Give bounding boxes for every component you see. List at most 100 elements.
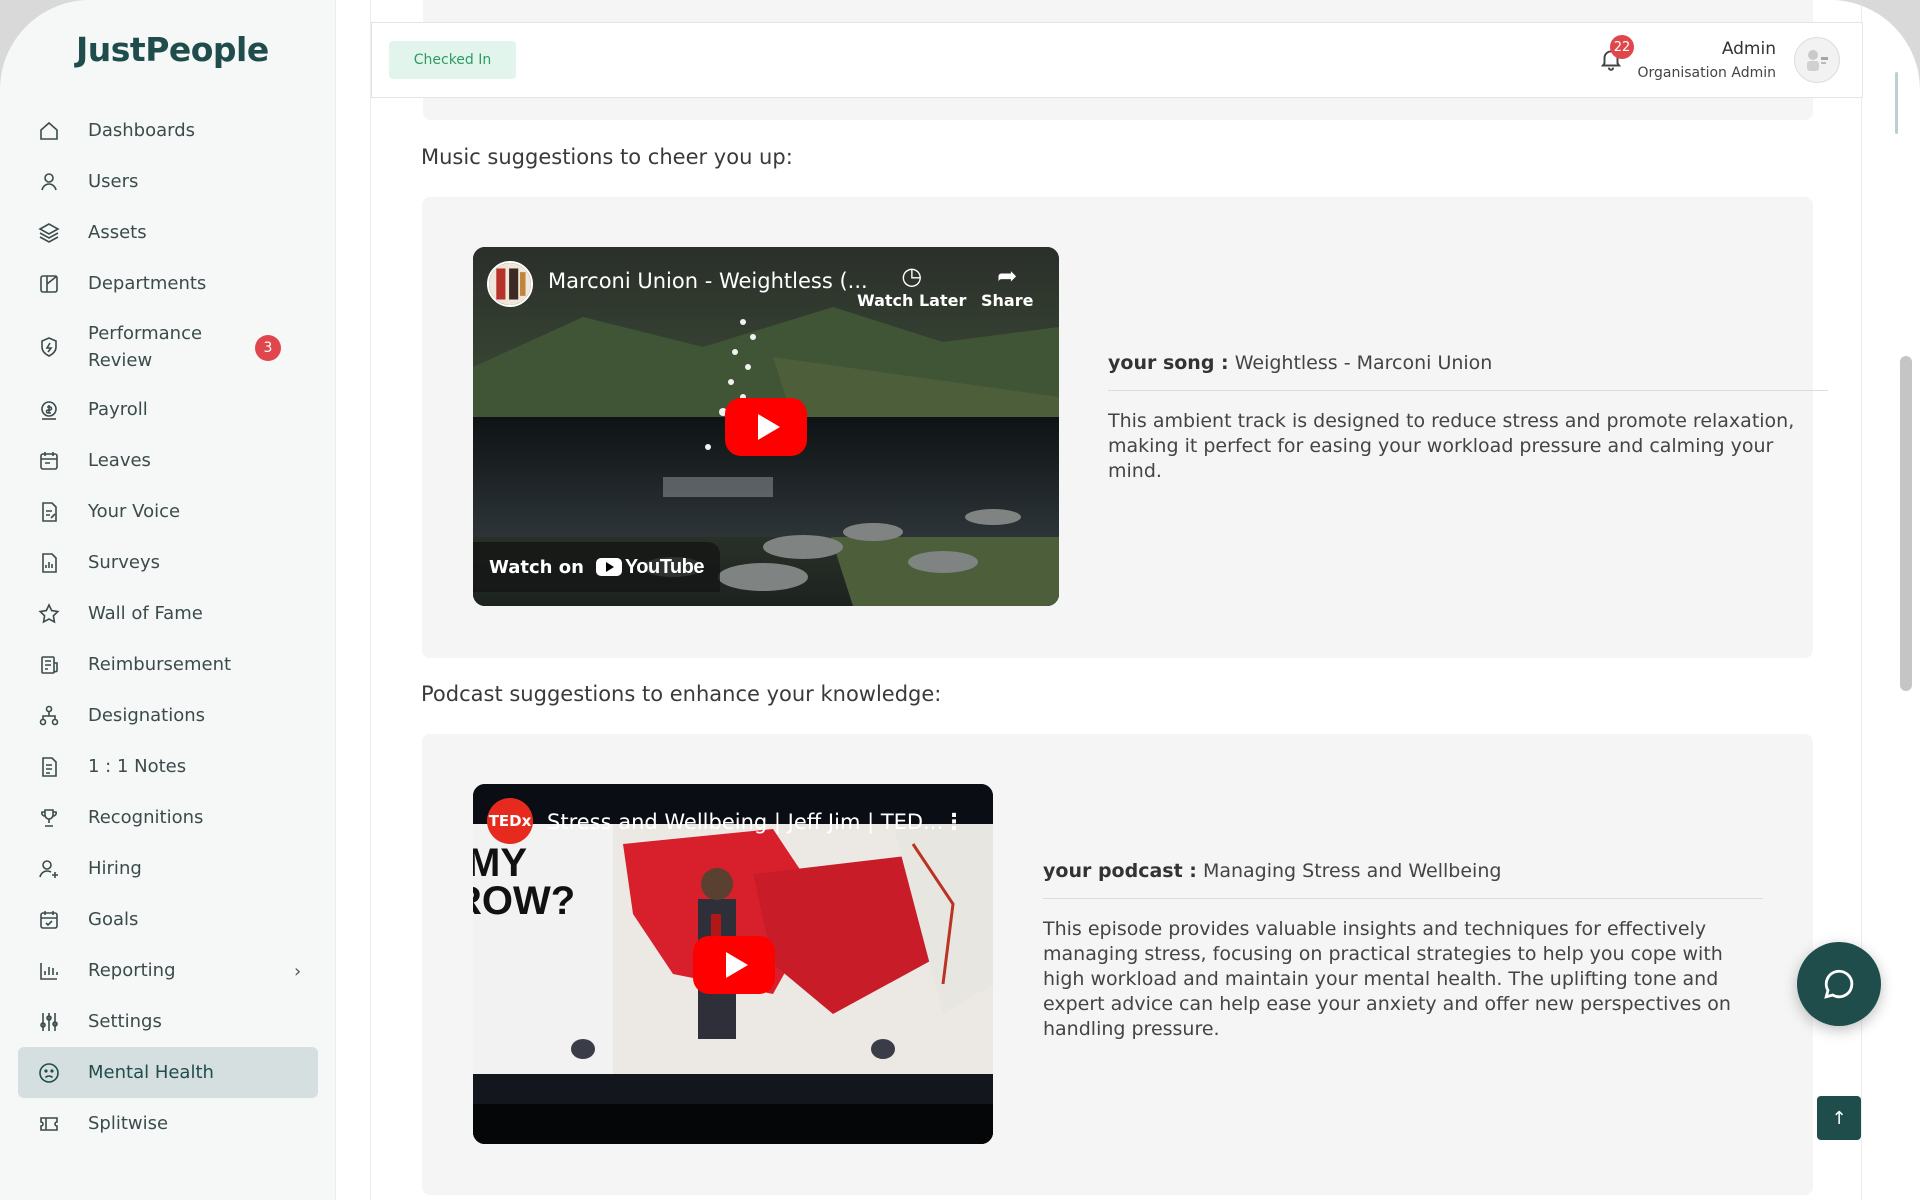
podcast-description: This episode provides valuable insights … [1043, 918, 1731, 1040]
chat-button[interactable] [1797, 942, 1881, 1026]
department-icon [36, 271, 62, 297]
share-arrow-icon: ➦ [997, 262, 1018, 290]
sidebar-item-mental-health[interactable]: Mental Health [18, 1047, 318, 1098]
user-icon [36, 169, 62, 195]
share-button[interactable]: ➦ Share [981, 261, 1033, 310]
sidebar-item-label: Leaves [88, 450, 151, 471]
tedx-channel-icon[interactable]: TEDx [487, 798, 533, 844]
inner-scrollbar[interactable] [1895, 72, 1898, 134]
ticket-icon [36, 1111, 62, 1137]
youtube-play-icon [595, 558, 622, 576]
music-info: your song : Weightless - Marconi Union T… [1108, 352, 1828, 484]
layers-icon [36, 220, 62, 246]
sidebar-item-label: Recognitions [88, 807, 204, 828]
checked-in-status-button[interactable]: Checked In [389, 41, 516, 79]
sidebar-item-departments[interactable]: Departments [18, 258, 318, 309]
home-icon [36, 118, 62, 144]
user-name[interactable]: Admin [1722, 39, 1776, 59]
page-scrollbar[interactable] [1900, 356, 1912, 691]
music-video-player[interactable]: Marconi Union - Weightless (... ◷ Watch … [473, 247, 1059, 606]
star-icon [36, 601, 62, 627]
sidebar-item-designations[interactable]: Designations [18, 690, 318, 741]
sidebar-item-label: Settings [88, 1011, 162, 1032]
podcast-label: your podcast : [1043, 860, 1197, 882]
receipt-icon [36, 652, 62, 678]
sidebar-item-payroll[interactable]: Payroll [18, 384, 318, 435]
podcast-video-player[interactable]: MY ROW? TEDx Stress and Wellbeing | Jeff… [473, 784, 993, 1144]
sidebar-item-label: Performance Review [88, 322, 203, 371]
sidebar-item-splitwise[interactable]: Splitwise [18, 1098, 318, 1149]
notification-count-badge[interactable]: 22 [1610, 35, 1634, 59]
podcast-value: Managing Stress and Wellbeing [1202, 860, 1502, 882]
sidebar-item-label: Hiring [88, 858, 142, 879]
song-line: your song : Weightless - Marconi Union [1108, 352, 1828, 391]
music-section-title: Music suggestions to cheer you up: [421, 145, 793, 169]
watch-later-label: Watch Later [857, 291, 967, 310]
performance-review-badge: 3 [255, 335, 281, 361]
sidebar-item-label: Reimbursement [88, 654, 232, 675]
sidebar-item-your-voice[interactable]: Your Voice [18, 486, 318, 537]
sidebar-item-surveys[interactable]: Surveys [18, 537, 318, 588]
song-description: This ambient track is designed to reduce… [1108, 410, 1795, 482]
calendar-icon [36, 448, 62, 474]
top-bar: Checked In 22 Admin Organisation Admin [371, 22, 1863, 98]
youtube-logo: YouTube [595, 555, 705, 579]
sidebar-item-label: Reporting [88, 960, 176, 981]
play-button[interactable] [725, 398, 807, 456]
survey-icon [36, 550, 62, 576]
notes-icon [36, 754, 62, 780]
avatar[interactable] [1794, 37, 1840, 83]
sidebar-item-dashboards[interactable]: Dashboards [18, 105, 318, 156]
music-card: Marconi Union - Weightless (... ◷ Watch … [422, 197, 1828, 658]
sidebar-item-label: Surveys [88, 552, 160, 573]
sidebar-nav: Dashboards Users Assets Departments Performa… [18, 105, 318, 1149]
share-label: Share [981, 291, 1034, 310]
sidebar-item-1-1-notes[interactable]: 1 : 1 Notes [18, 741, 318, 792]
user-role: Organisation Admin [1637, 65, 1776, 81]
music-video-title[interactable]: Marconi Union - Weightless (... [548, 269, 868, 293]
hierarchy-icon [36, 703, 62, 729]
sidebar-item-label: Splitwise [88, 1113, 169, 1134]
face-icon [36, 1060, 62, 1086]
sidebar-item-label: Assets [88, 222, 147, 243]
chat-bubble-icon [1824, 969, 1854, 999]
sidebar-item-reporting[interactable]: Reporting › [18, 945, 318, 996]
song-value: Weightless - Marconi Union [1234, 352, 1493, 374]
channel-avatar-icon[interactable] [487, 261, 533, 307]
document-edit-icon [36, 499, 62, 525]
sidebar-item-hiring[interactable]: Hiring [18, 843, 318, 894]
sidebar-item-label: Wall of Fame [88, 603, 203, 624]
podcast-video-title[interactable]: Stress and Wellbeing | Jeff Jim | TED... [547, 810, 943, 834]
chevron-right-icon[interactable]: › [294, 961, 301, 982]
app-logo[interactable]: JustPeople [76, 30, 269, 69]
sidebar-item-label: Departments [88, 273, 207, 294]
clock-icon: ◷ [901, 262, 923, 290]
sidebar-item-label: Payroll [88, 399, 148, 420]
scroll-to-top-button[interactable]: ↑ [1817, 1096, 1861, 1140]
main-content: Checked In 22 Admin Organisation Admin M… [370, 0, 1863, 1200]
sidebar-item-wall-of-fame[interactable]: Wall of Fame [18, 588, 318, 639]
sidebar-item-assets[interactable]: Assets [18, 207, 318, 258]
watch-on-label: Watch on [489, 556, 584, 578]
sidebar-item-goals[interactable]: Goals [18, 894, 318, 945]
watch-on-youtube-link[interactable]: Watch on YouTube [473, 542, 720, 592]
more-options-icon[interactable]: ⋮ [943, 810, 965, 835]
play-button[interactable] [693, 936, 775, 994]
trophy-icon [36, 805, 62, 831]
sidebar-item-users[interactable]: Users [18, 156, 318, 207]
sliders-icon [36, 1009, 62, 1035]
sidebar-item-settings[interactable]: Settings [18, 996, 318, 1047]
shield-icon [36, 334, 62, 360]
sidebar-item-performance-review[interactable]: Performance Review 3 [18, 309, 318, 384]
watch-later-button[interactable]: ◷ Watch Later [857, 261, 966, 310]
sidebar-item-reimbursement[interactable]: Reimbursement [18, 639, 318, 690]
podcast-info: your podcast : Managing Stress and Wellb… [1043, 860, 1763, 1042]
sidebar-item-label: Users [88, 171, 139, 192]
sidebar-item-recognitions[interactable]: Recognitions [18, 792, 318, 843]
app-window: JustPeople Dashboards Users Assets Departme… [0, 0, 1920, 1200]
youtube-label: YouTube [624, 555, 705, 578]
podcast-line: your podcast : Managing Stress and Wellb… [1043, 860, 1763, 899]
sidebar-item-leaves[interactable]: Leaves [18, 435, 318, 486]
svg-text:ROW?: ROW? [473, 879, 575, 923]
goals-icon [36, 907, 62, 933]
